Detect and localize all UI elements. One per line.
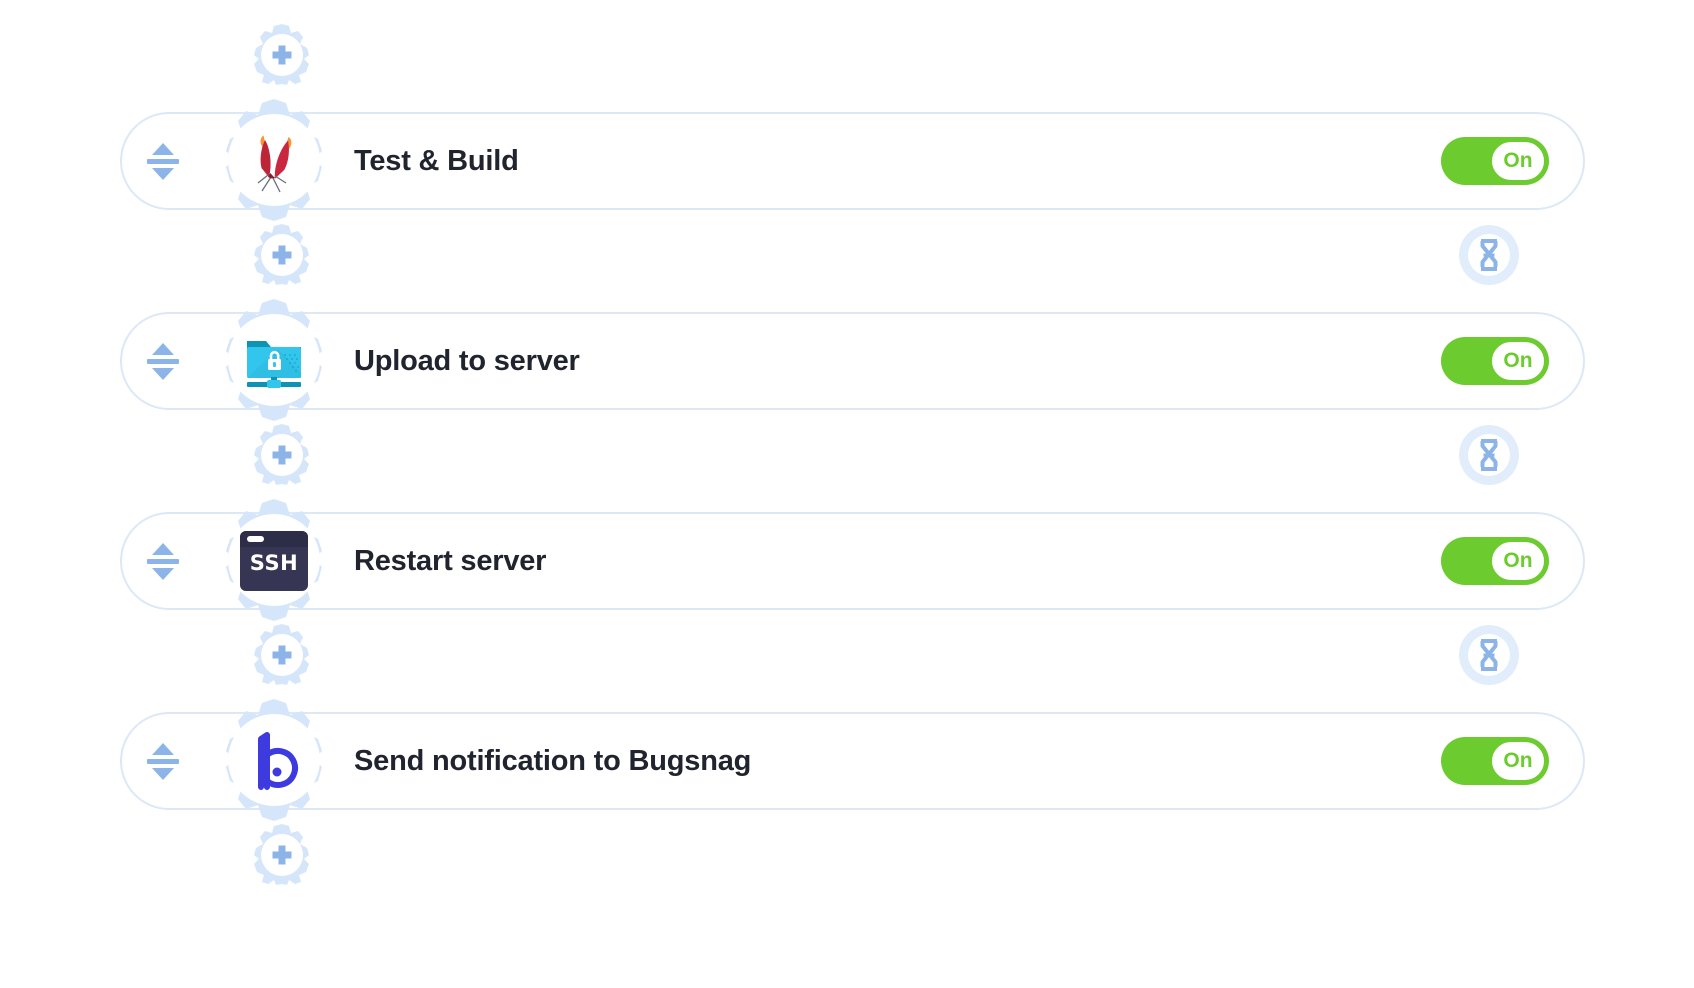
ssh-icon-label: SSH	[249, 551, 299, 575]
chevron-up-icon	[152, 342, 174, 355]
add-delay-button-1[interactable]	[1458, 224, 1520, 286]
plus-gear-icon	[251, 423, 313, 485]
pipeline-step-row[interactable]: Send notification to Bugsnag On	[120, 712, 1585, 810]
plus-gear-icon	[251, 823, 313, 885]
reorder-drag-handle[interactable]	[146, 338, 180, 384]
chevron-up-icon	[152, 542, 174, 555]
step-enabled-toggle[interactable]: On	[1441, 737, 1549, 785]
handle-bar	[147, 158, 179, 164]
hourglass-icon	[1458, 424, 1520, 486]
step-enabled-toggle[interactable]: On	[1441, 537, 1549, 585]
chevron-down-icon	[152, 567, 174, 580]
hourglass-icon	[1458, 224, 1520, 286]
add-step-button-1[interactable]	[251, 23, 313, 85]
toggle-knob-label: On	[1489, 539, 1547, 583]
chevron-down-icon	[152, 367, 174, 380]
chevron-up-icon	[152, 142, 174, 155]
pipeline-step-node[interactable]	[210, 697, 338, 825]
add-step-button-5[interactable]	[251, 823, 313, 885]
toggle-knob-label: On	[1489, 739, 1547, 783]
reorder-drag-handle[interactable]	[146, 138, 180, 184]
chevron-down-icon	[152, 767, 174, 780]
toggle-knob-label: On	[1489, 139, 1547, 183]
pipeline-step-label: Test & Build	[354, 144, 519, 177]
pipeline-step-node[interactable]	[210, 297, 338, 425]
pipeline-step-label: Send notification to Bugsnag	[354, 744, 752, 777]
terminal-titlebar-dash	[247, 536, 264, 542]
pipeline-step-row[interactable]: Upload to server On	[120, 312, 1585, 410]
chevron-up-icon	[152, 742, 174, 755]
pipeline-canvas: Test & Build On Upload to server On Restart …	[0, 0, 1694, 988]
plus-gear-icon	[251, 623, 313, 685]
apache-feather-icon	[238, 125, 310, 197]
add-step-button-3[interactable]	[251, 423, 313, 485]
toggle-knob-label: On	[1489, 339, 1547, 383]
step-icon-slot	[210, 297, 338, 425]
reorder-drag-handle[interactable]	[146, 738, 180, 784]
add-delay-button-2[interactable]	[1458, 424, 1520, 486]
pipeline-step-row[interactable]: Test & Build On	[120, 112, 1585, 210]
handle-bar	[147, 758, 179, 764]
ssh-terminal-icon: SSH	[240, 531, 308, 591]
step-enabled-toggle[interactable]: On	[1441, 137, 1549, 185]
pipeline-step-node[interactable]: SSH	[210, 497, 338, 625]
step-enabled-toggle[interactable]: On	[1441, 337, 1549, 385]
add-step-button-4[interactable]	[251, 623, 313, 685]
add-step-button-2[interactable]	[251, 223, 313, 285]
handle-bar	[147, 358, 179, 364]
hourglass-icon	[1458, 624, 1520, 686]
sftp-folder-lock-icon	[238, 325, 310, 397]
add-delay-button-3[interactable]	[1458, 624, 1520, 686]
pipeline-step-label: Upload to server	[354, 344, 580, 377]
step-icon-slot	[210, 97, 338, 225]
pipeline-step-row[interactable]: Restart server On	[120, 512, 1585, 610]
step-icon-slot	[210, 697, 338, 825]
plus-gear-icon	[251, 23, 313, 85]
step-icon-slot: SSH	[210, 497, 338, 625]
pipeline-step-label: Restart server	[354, 544, 547, 577]
chevron-down-icon	[152, 167, 174, 180]
handle-bar	[147, 558, 179, 564]
bugsnag-logo-icon	[238, 725, 310, 797]
pipeline-step-node[interactable]	[210, 97, 338, 225]
plus-gear-icon	[251, 223, 313, 285]
reorder-drag-handle[interactable]	[146, 538, 180, 584]
